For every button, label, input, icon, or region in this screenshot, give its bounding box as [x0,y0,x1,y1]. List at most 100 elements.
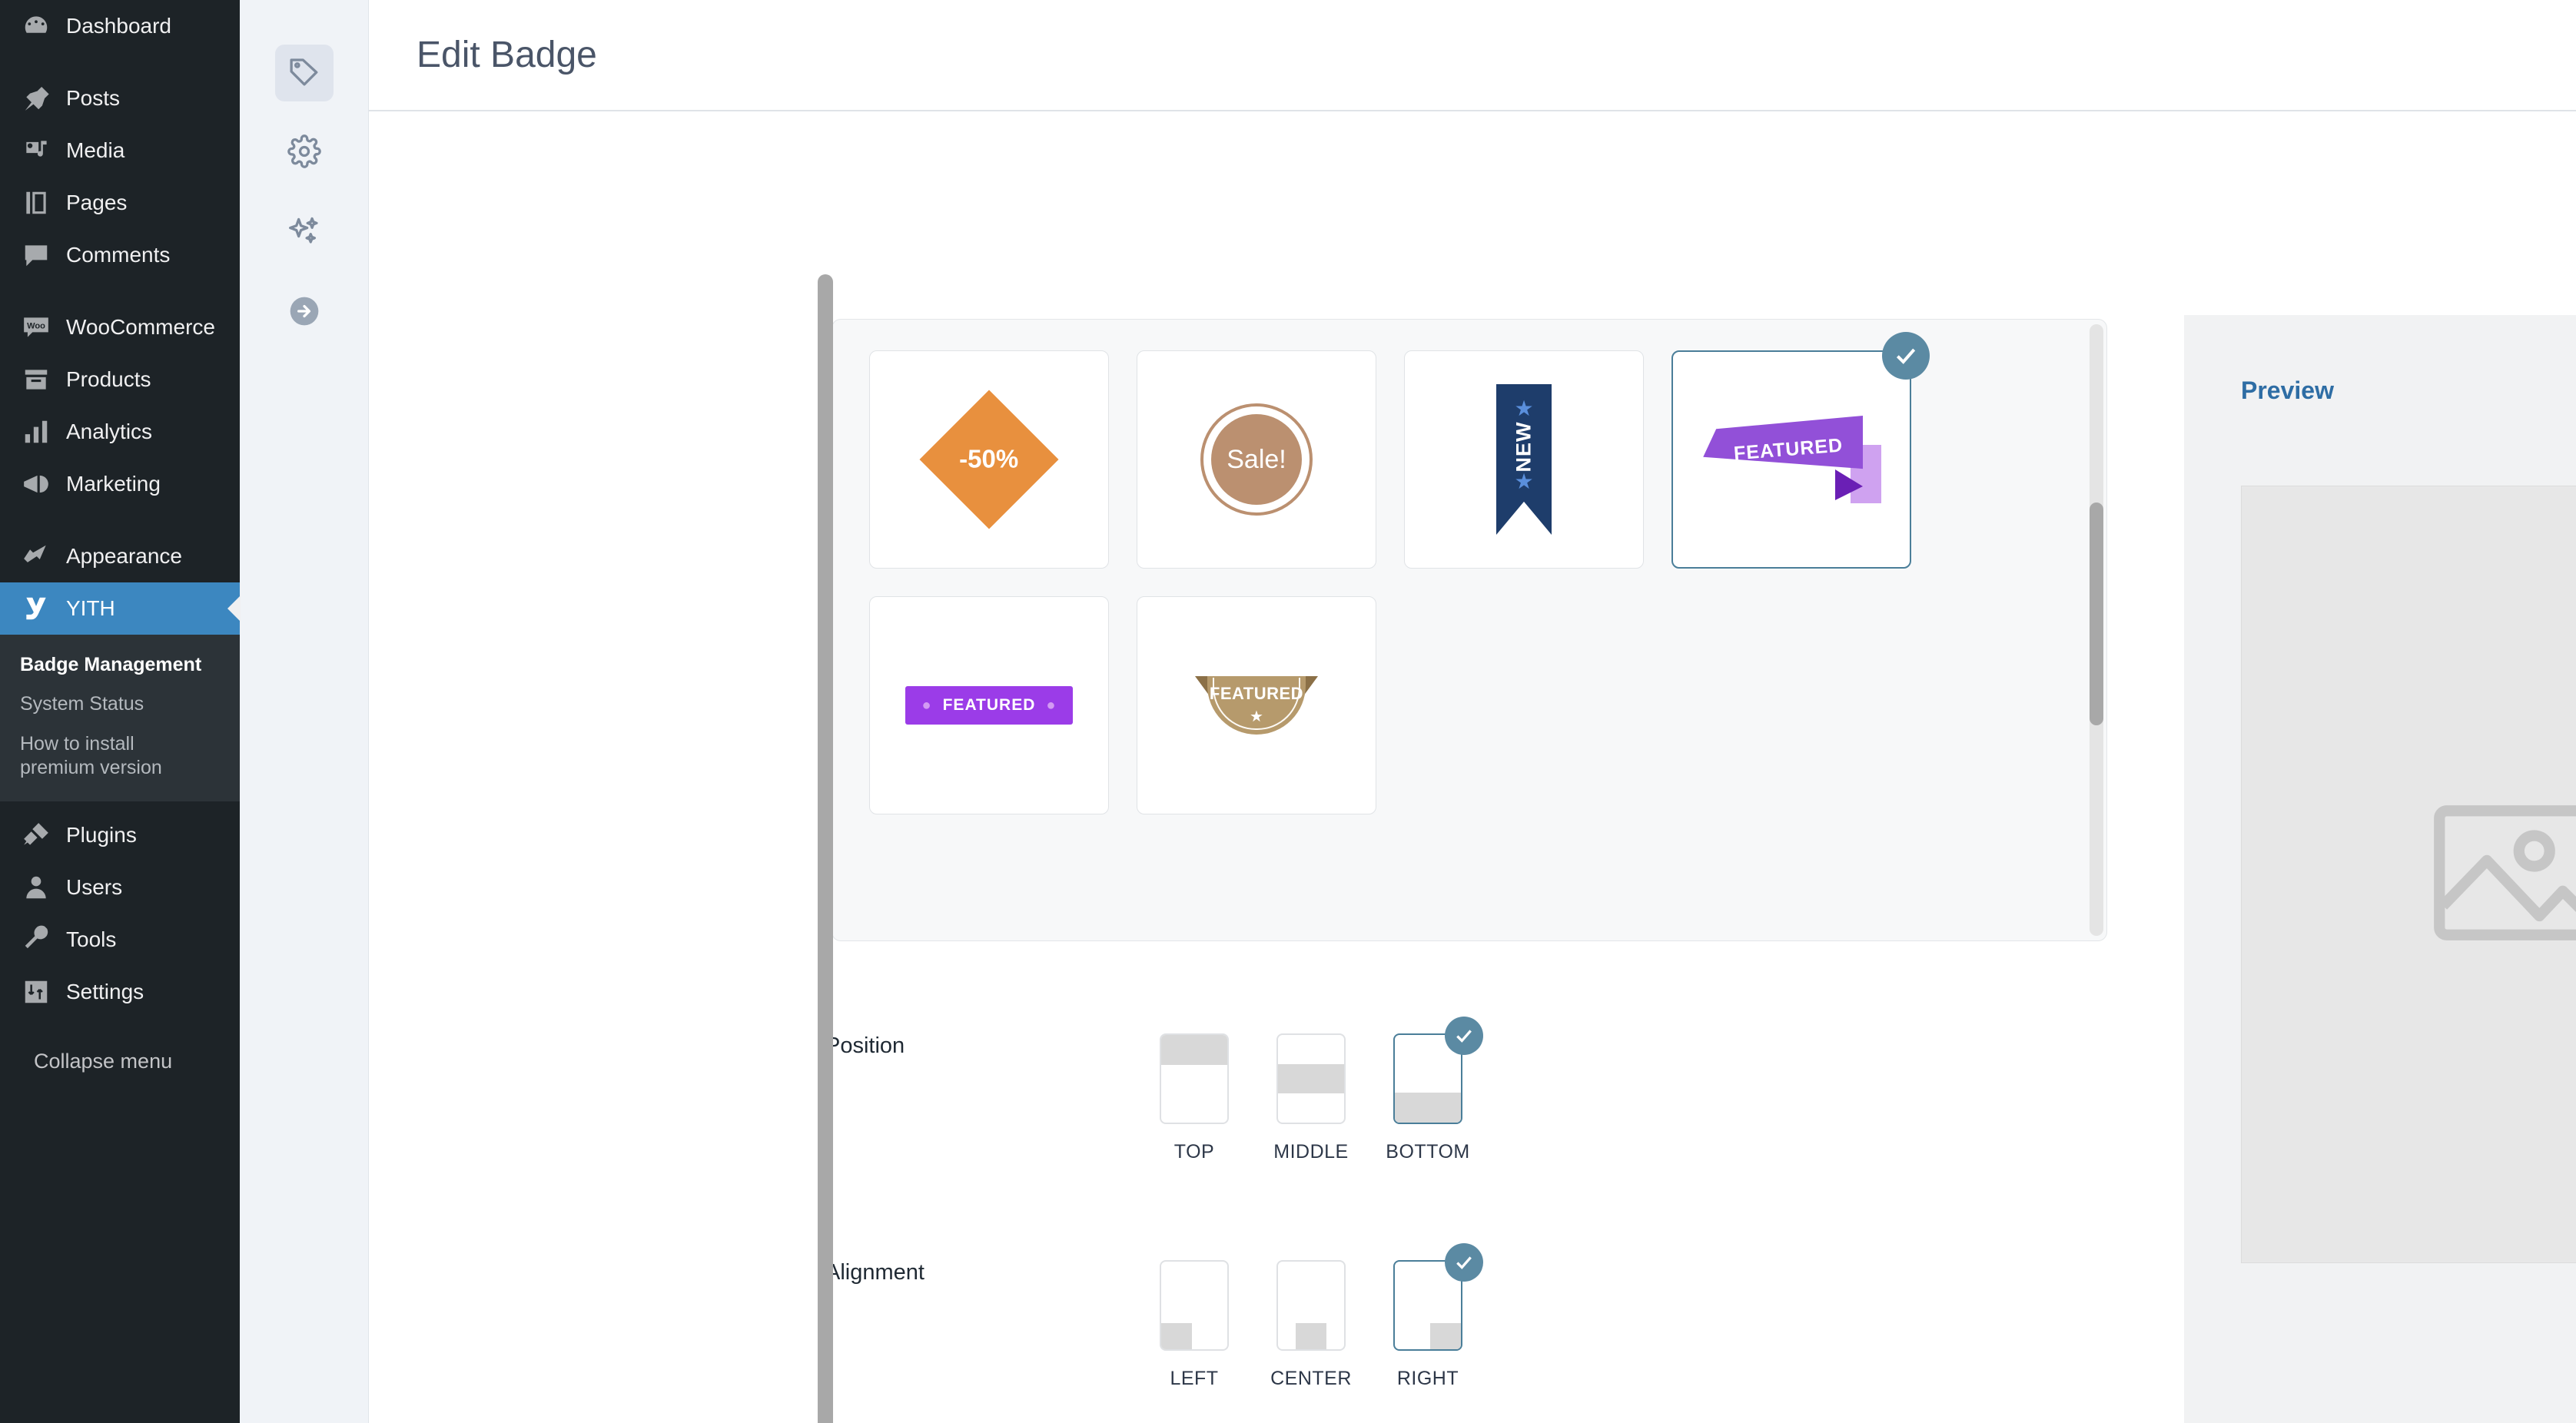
badge-label: FEATURED [942,696,1036,714]
sidebar-item-dashboard[interactable]: Dashboard [0,0,240,52]
badge-card-new-ribbon[interactable]: ★ NEW ★ [1404,350,1644,569]
submenu-item-label: System Status [20,693,144,715]
page-body: -50% Sale! ★ NEW ★ FEATURED ● FEATURED ●… [369,111,2576,1423]
plugins-icon [20,819,52,851]
rail-item-effects[interactable] [275,204,334,261]
users-icon [20,871,52,904]
sidebar-item-label: Comments [66,243,171,267]
position-preview-middle [1276,1033,1346,1124]
circle-badge-shape: Sale! [1200,403,1313,516]
collapse-menu-label: Collapse menu [34,1049,173,1073]
image-placeholder-icon [2428,800,2576,950]
comment-icon [20,239,52,271]
sidebar-item-analytics[interactable]: Analytics [0,406,240,458]
sidebar-item-appearance[interactable]: Appearance [0,530,240,582]
sidebar-item-tools[interactable]: Tools [0,914,240,966]
vertical-ribbon-shape: ★ NEW ★ [1496,384,1552,535]
appearance-icon [20,540,52,572]
badge-label: Sale! [1211,414,1302,505]
gallery-scrollbar-thumb[interactable] [2090,503,2103,725]
alignment-caption: CENTER [1270,1368,1352,1389]
rail-item-next[interactable] [275,284,334,341]
alignment-selected-check [1445,1243,1483,1282]
check-icon [1456,1256,1472,1269]
badge-label: NEW [1512,421,1535,473]
alignment-caption: LEFT [1170,1368,1219,1389]
sidebar-item-plugins[interactable]: Plugins [0,809,240,861]
submenu-item-system-status[interactable]: System Status [0,685,240,724]
position-option-bottom[interactable]: BOTTOM [1386,1017,1483,1163]
check-icon [1896,348,1916,364]
dot-icon: ● [1046,696,1057,714]
sidebar-item-label: Analytics [66,420,153,443]
diamond-badge-shape: -50% [919,390,1059,529]
page-title: Edit Badge [417,35,597,75]
pages-icon [20,187,52,219]
dashboard-icon [20,10,52,42]
alignment-option-center[interactable]: CENTER [1270,1260,1352,1390]
badge-grid: -50% Sale! ★ NEW ★ FEATURED ● FEATURED ●… [869,332,2070,814]
alignment-row: Alignment LEFT CENTER RIGHT [825,1243,1483,1390]
alignment-option-left[interactable]: LEFT [1156,1260,1233,1390]
sidebar-item-label: Tools [66,927,117,951]
position-label: Position [825,1033,905,1058]
star-icon: ★ [1250,708,1263,725]
position-fill [1395,1093,1461,1123]
main-content: Edit Badge -50% Sale! ★ NEW ★ FEATURED ●… [369,0,2576,1423]
alignment-preview-center [1276,1260,1346,1351]
pin-icon [20,82,52,114]
selected-check-badge [1882,332,1930,380]
alignment-fill [1430,1322,1461,1349]
sidebar-item-users[interactable]: Users [0,861,240,914]
position-caption: BOTTOM [1386,1141,1470,1163]
position-option-middle[interactable]: MIDDLE [1273,1033,1349,1163]
badge-gallery: -50% Sale! ★ NEW ★ FEATURED ● FEATURED ●… [832,319,2107,941]
submenu-item-how-to-install-premium[interactable]: How to install premium version [0,725,192,788]
sidebar-item-posts[interactable]: Posts [0,72,240,124]
yith-icon [20,592,52,625]
position-option-top[interactable]: TOP [1156,1033,1233,1163]
sidebar-divider [0,52,240,72]
sidebar-item-label: Marketing [66,472,161,496]
pill-badge-shape: ● FEATURED ● [905,686,1074,725]
rail-item-badges[interactable] [274,45,334,101]
position-preview-top [1160,1033,1229,1124]
submenu-item-badge-management[interactable]: Badge Management [0,645,240,685]
sidebar-item-settings[interactable]: Settings [0,966,240,1018]
page-scrollbar-thumb[interactable] [818,274,833,1423]
dot-icon: ● [921,696,932,714]
badge-card-featured-pill[interactable]: ● FEATURED ● [869,596,1109,814]
badge-card-featured-semicircle[interactable]: FEATURED ★ [1137,596,1376,814]
sidebar-item-label: Appearance [66,544,183,568]
sidebar-item-comments[interactable]: Comments [0,229,240,281]
products-icon [20,363,52,396]
position-caption: MIDDLE [1273,1141,1349,1163]
sidebar-item-products[interactable]: Products [0,353,240,406]
position-row: Position TOP MIDDLE BOTTOM [825,1017,1483,1163]
sidebar-item-yith[interactable]: YITH [0,582,240,635]
sidebar-item-pages[interactable]: Pages [0,177,240,229]
arrow-right-circle-icon [287,294,321,332]
sidebar-item-label: Plugins [66,823,137,847]
sidebar-item-media[interactable]: Media [0,124,240,177]
check-icon [1456,1030,1472,1043]
gear-icon [287,134,321,172]
alignment-fill [1161,1322,1192,1349]
sidebar-item-label: Products [66,367,151,391]
badge-card-featured-banner[interactable]: FEATURED [1671,332,1930,569]
sidebar-item-woocommerce[interactable]: Woo WooCommerce [0,301,240,353]
preview-title: Preview [2241,376,2334,404]
svg-text:Woo: Woo [27,322,45,331]
alignment-options: LEFT CENTER RIGHT [1156,1243,1483,1390]
badge-card-sale-circle[interactable]: Sale! [1137,350,1376,569]
badge-card-discount-diamond[interactable]: -50% [869,350,1109,569]
sidebar-item-marketing[interactable]: Marketing [0,458,240,510]
sidebar-item-label: Dashboard [66,14,171,38]
rail-item-settings[interactable] [275,124,334,181]
sidebar-item-label: Users [66,875,123,899]
collapse-menu-button[interactable]: Collapse menu [0,1035,240,1087]
analytics-icon [20,416,52,448]
alignment-label: Alignment [825,1260,925,1285]
submenu-item-label: How to install premium version [20,732,162,778]
alignment-option-right[interactable]: RIGHT [1389,1243,1483,1390]
